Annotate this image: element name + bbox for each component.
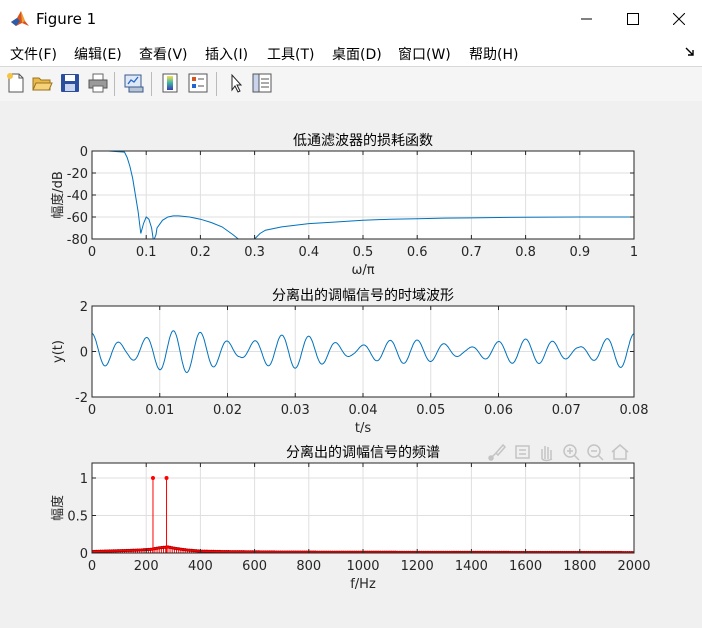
menu-view[interactable]: 查看(V) <box>139 44 188 64</box>
x-tick-label: 0.9 <box>569 245 590 260</box>
x-axis-label: ω/π <box>351 263 374 278</box>
figure-toolbar <box>0 66 702 102</box>
menu-insert[interactable]: 插入(I) <box>205 44 248 64</box>
menu-desktop[interactable]: 桌面(D) <box>332 44 382 64</box>
minimize-icon <box>581 18 592 20</box>
x-tick-label: 0 <box>88 403 96 418</box>
y-tick-label: 0 <box>80 346 88 361</box>
x-tick-label: 0.8 <box>515 245 536 260</box>
axes-title: 分离出的调幅信号的时域波形 <box>272 287 454 304</box>
x-tick-label: 0 <box>88 559 96 574</box>
axes-toolbar <box>486 441 636 467</box>
x-tick-label: 800 <box>296 559 321 574</box>
toolbar-separator <box>216 72 217 96</box>
axes-title: 低通滤波器的损耗函数 <box>293 133 433 149</box>
x-tick-label: 0.2 <box>190 245 211 260</box>
home-icon[interactable] <box>611 444 629 460</box>
x-tick-label: 1 <box>630 245 638 260</box>
y-axis-label: y(t) <box>51 340 66 363</box>
pointer-icon[interactable] <box>225 72 247 94</box>
save-icon[interactable] <box>59 72 81 94</box>
x-axis-label: t/s <box>355 421 371 436</box>
x-tick-label: 1800 <box>563 559 596 574</box>
menu-help[interactable]: 帮助(H) <box>469 44 518 64</box>
axes-title: 分离出的调幅信号的频谱 <box>286 444 440 461</box>
x-tick-label: 1400 <box>455 559 488 574</box>
figure-canvas: 0 0.1 0.2 0.3 0.4 0.5 0.6 0.7 0.8 0.9 10-20-40-60-… <box>0 101 702 628</box>
zoom-in-icon[interactable] <box>563 444 580 461</box>
brush-icon[interactable] <box>488 443 507 461</box>
x-tick-label: 0.05 <box>416 403 445 418</box>
spectrum-peak-marker <box>164 476 169 480</box>
x-tick-label: 0.3 <box>244 245 265 260</box>
x-tick-label: 0.01 <box>145 403 174 418</box>
maximize-icon <box>627 13 639 25</box>
menu-file[interactable]: 文件(F) <box>10 44 57 64</box>
matlab-logo-icon <box>10 9 30 29</box>
property-inspector-icon[interactable] <box>251 72 273 94</box>
link-plot-icon[interactable] <box>123 72 145 94</box>
y-tick-label: -80 <box>67 233 88 248</box>
x-tick-label: 0.07 <box>552 403 581 418</box>
data-tip-icon[interactable] <box>515 445 530 459</box>
minimize-button[interactable] <box>564 0 610 38</box>
y-tick-label: 0.5 <box>67 510 88 525</box>
pan-icon[interactable] <box>541 446 553 462</box>
y-axis-label: 幅度 <box>50 495 66 521</box>
x-tick-label: 0.4 <box>298 245 319 260</box>
x-tick-label: 1000 <box>346 559 379 574</box>
x-tick-label: 200 <box>134 559 159 574</box>
y-tick-label: -2 <box>75 391 88 406</box>
menu-tools[interactable]: 工具(T) <box>267 44 314 64</box>
menu-window[interactable]: 窗口(W) <box>398 44 451 64</box>
close-icon <box>673 13 685 25</box>
x-tick-label: 2000 <box>617 559 650 574</box>
x-tick-label: 0.02 <box>213 403 242 418</box>
insert-legend-icon[interactable] <box>187 72 209 94</box>
x-tick-label: 0.5 <box>353 245 374 260</box>
x-tick-label: 1600 <box>509 559 542 574</box>
maximize-button[interactable] <box>610 0 656 38</box>
insert-colorbar-icon[interactable] <box>159 72 181 94</box>
y-axis-label: 幅度/dB <box>50 171 66 219</box>
toolbar-separator <box>114 72 115 96</box>
window-title: Figure 1 <box>36 10 97 28</box>
x-tick-label: 400 <box>188 559 213 574</box>
open-file-icon[interactable] <box>31 72 53 94</box>
x-tick-label: 600 <box>242 559 267 574</box>
x-tick-label: 0.1 <box>136 245 157 260</box>
y-tick-label: 1 <box>80 472 88 487</box>
x-tick-label: 1200 <box>401 559 434 574</box>
x-tick-label: 0.03 <box>281 403 310 418</box>
print-icon[interactable] <box>87 72 109 94</box>
y-tick-label: -20 <box>67 167 88 182</box>
spectrum-peak-marker <box>150 476 155 480</box>
toolbar-separator <box>151 72 152 96</box>
close-button[interactable] <box>656 0 702 38</box>
x-tick-label: 0.6 <box>407 245 428 260</box>
y-tick-label: 0 <box>80 547 88 562</box>
zoom-out-icon[interactable] <box>587 444 604 461</box>
dock-arrow-icon[interactable] <box>684 47 696 57</box>
menu-edit[interactable]: 编辑(E) <box>74 44 122 64</box>
x-tick-label: 0 <box>88 245 96 260</box>
menu-bar: 文件(F) 编辑(E) 查看(V) 插入(I) 工具(T) 桌面(D) 窗口(W… <box>0 38 702 66</box>
y-tick-label: -40 <box>67 189 88 204</box>
y-tick-label: 0 <box>80 145 88 160</box>
x-tick-label: 0.04 <box>349 403 378 418</box>
window-titlebar: Figure 1 <box>0 0 702 38</box>
x-tick-label: 0.7 <box>461 245 482 260</box>
x-axis-label: f/Hz <box>350 577 376 592</box>
x-tick-label: 0.06 <box>484 403 513 418</box>
new-figure-icon[interactable] <box>5 72 27 94</box>
y-tick-label: -60 <box>67 211 88 226</box>
x-tick-label: 0.08 <box>620 403 649 418</box>
y-tick-label: 2 <box>80 300 88 315</box>
